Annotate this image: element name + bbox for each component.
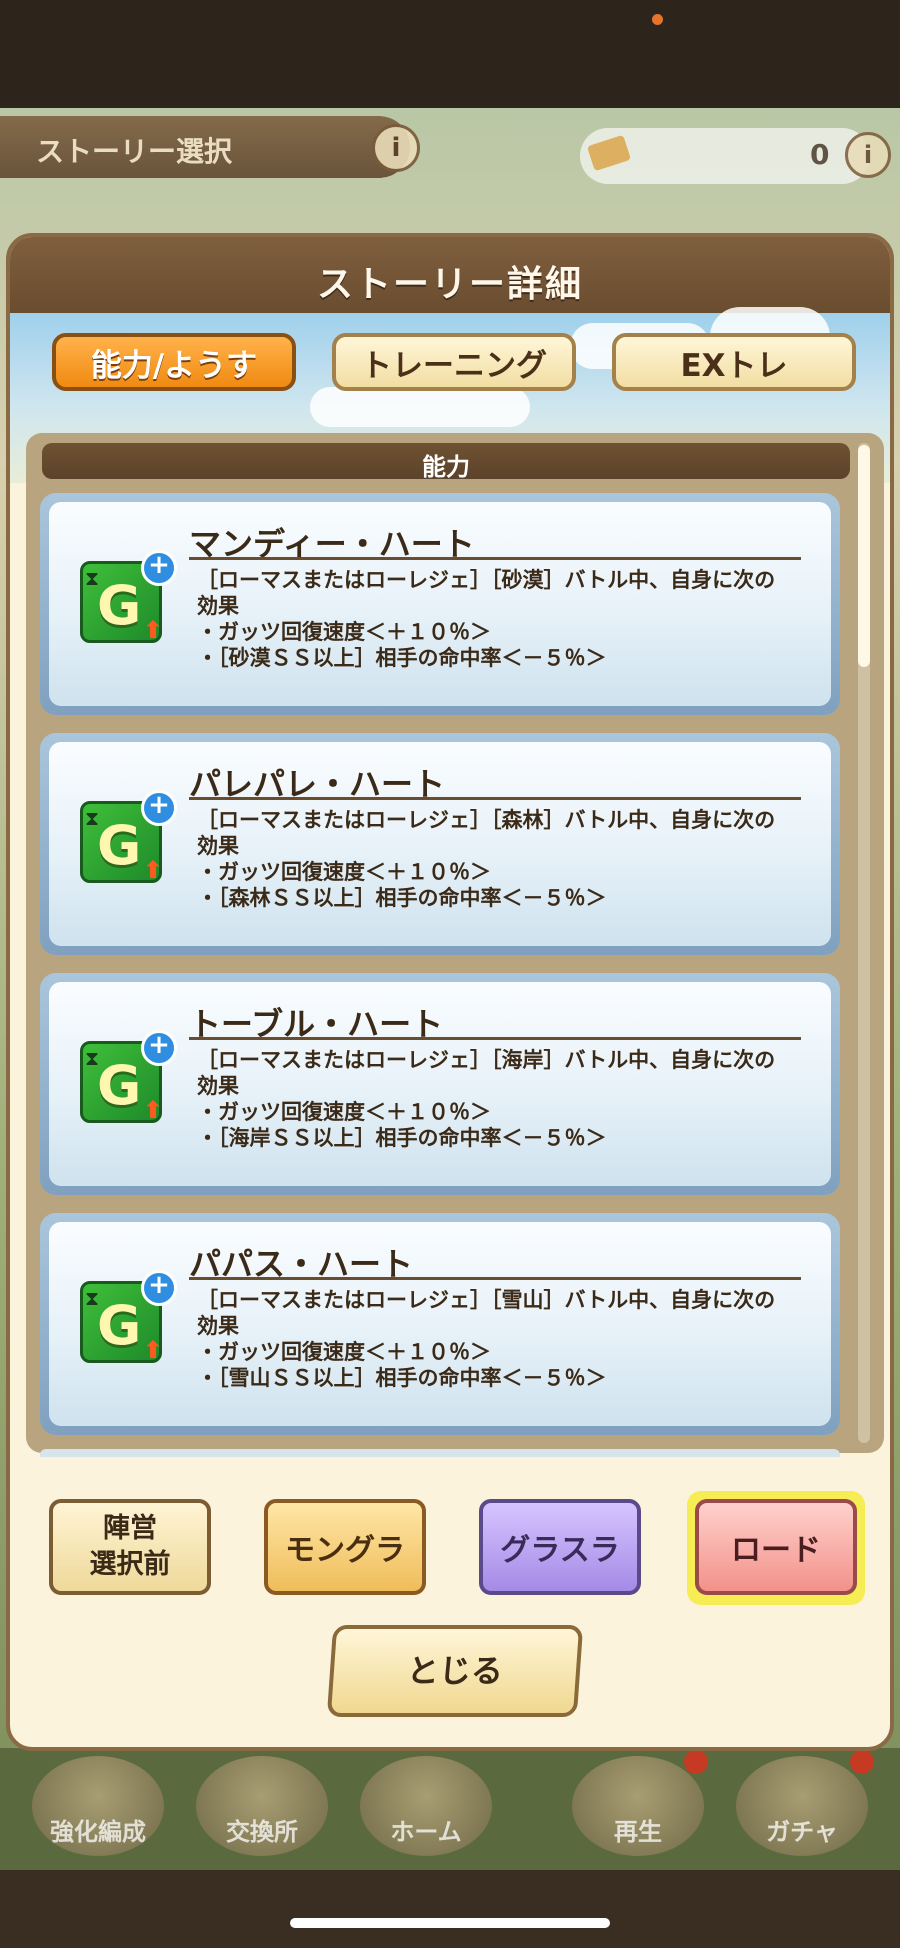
nav-label-gacha: ガチャ [766, 1818, 838, 1846]
section-title: 能力 [422, 453, 470, 481]
ability-desc-line: ・［海岸ＳＳ以上］相手の命中率＜－５％＞ [197, 1126, 607, 1150]
plus-icon: + [141, 550, 177, 586]
ability-description: ［ローマスまたはローレジェ］［海岸］バトル中、自身に次の 効果 ・ガッツ回復速度… [197, 1047, 809, 1151]
guts-g-icon: G [97, 814, 142, 877]
modal-title: ストーリー詳細 [316, 264, 583, 305]
guts-g-icon: G [97, 574, 142, 637]
ability-desc-line: 効果 [197, 834, 239, 858]
ability-desc-line: 効果 [197, 1074, 239, 1098]
close-button[interactable]: とじる [326, 1625, 584, 1717]
nav-regen-badge [684, 1750, 708, 1774]
status-bar [0, 0, 900, 108]
ability-desc-line: ・［森林ＳＳ以上］相手の命中率＜－５％＞ [197, 886, 607, 910]
arrow-up-icon: ⬆ [143, 856, 164, 884]
nav-label-exchange: 交換所 [226, 1818, 298, 1846]
ability-description: ［ローマスまたはローレジェ］［森林］バトル中、自身に次の 効果 ・ガッツ回復速度… [197, 807, 809, 911]
nav-gacha-badge [850, 1750, 874, 1774]
ability-card: ⧗ G + ⬆ パレパレ・ハート ［ローマスまたはローレジェ］［森林］バトル中、… [40, 733, 840, 955]
guts-boost-icon: ⧗ G + ⬆ [80, 550, 177, 644]
info-icon: i [372, 124, 420, 172]
nav-label-home: ホーム [390, 1818, 462, 1846]
home-indicator[interactable] [290, 1918, 610, 1928]
ability-name-underline [189, 797, 801, 800]
mongra-button[interactable]: モングラ [264, 1499, 426, 1595]
ability-desc-line: ・ガッツ回復速度＜＋１０％＞ [197, 1340, 491, 1364]
plus-icon: + [141, 1030, 177, 1066]
arrow-up-icon: ⬆ [143, 616, 164, 644]
recording-indicator-dot [652, 14, 663, 25]
ability-desc-line: ［ローマスまたはローレジェ］［森林］バトル中、自身に次の [197, 808, 776, 832]
faction-select-button[interactable]: 陣営 選択前 [49, 1499, 211, 1595]
nav-label-regen: 再生 [614, 1818, 662, 1846]
ability-description: ［ローマスまたはローレジェ］［砂漠］バトル中、自身に次の 効果 ・ガッツ回復速度… [197, 567, 809, 671]
tab-ability[interactable]: 能力/ようす [52, 333, 296, 391]
plus-icon: + [141, 1270, 177, 1306]
ability-desc-line: ［ローマスまたはローレジェ］［雪山］バトル中、自身に次の [197, 1288, 776, 1312]
guts-boost-icon: ⧗ G + ⬆ [80, 790, 177, 884]
grasla-button[interactable]: グラスラ [479, 1499, 641, 1595]
ability-card: ⧗ G + ⬆ パパス・ハート ［ローマスまたはローレジェ］［雪山］バトル中、自… [40, 1213, 840, 1435]
road-button[interactable]: ロード [695, 1499, 857, 1595]
currency-info-icon: i [845, 132, 891, 178]
ability-desc-line: ・ガッツ回復速度＜＋１０％＞ [197, 1100, 491, 1124]
story-detail-modal: ストーリー詳細 能力/ようす トレーニング EXトレ 能力 ⧗ G + ⬆ マン… [6, 233, 894, 1751]
guts-g-icon: G [97, 1054, 142, 1117]
ability-desc-line: ［ローマスまたはローレジェ］［海岸］バトル中、自身に次の [197, 1048, 776, 1072]
nav-label-strengthen: 強化編成 [50, 1818, 146, 1846]
ability-description: ［ローマスまたはローレジェ］［雪山］バトル中、自身に次の 効果 ・ガッツ回復速度… [197, 1287, 809, 1391]
faction-button-line1: 陣営 [103, 1513, 157, 1544]
background-screen-title: ストーリー選択 [36, 135, 233, 168]
ability-card: ⧗ G + ⬆ マンディー・ハート ［ローマスまたはローレジェ］［砂漠］バトル中… [40, 493, 840, 715]
faction-button-line2: 選択前 [89, 1549, 171, 1580]
ability-name-underline [189, 557, 801, 560]
guts-boost-icon: ⧗ G + ⬆ [80, 1270, 177, 1364]
arrow-up-icon: ⬆ [143, 1336, 164, 1364]
scrollbar-thumb[interactable] [858, 445, 870, 667]
ability-name-underline [189, 1037, 801, 1040]
ability-desc-line: 効果 [197, 1314, 239, 1338]
tab-ex-training[interactable]: EXトレ [612, 333, 856, 391]
ability-name-underline [189, 1277, 801, 1280]
next-card-edge [40, 1449, 840, 1457]
ability-desc-line: ・［雪山ＳＳ以上］相手の命中率＜－５％＞ [197, 1366, 607, 1390]
guts-g-icon: G [97, 1294, 142, 1357]
currency-amount: 0 [810, 138, 830, 171]
ability-card: ⧗ G + ⬆ トーブル・ハート ［ローマスまたはローレジェ］［海岸］バトル中、… [40, 973, 840, 1195]
ability-desc-line: ・ガッツ回復速度＜＋１０％＞ [197, 860, 491, 884]
ability-desc-line: ・ガッツ回復速度＜＋１０％＞ [197, 620, 491, 644]
ability-desc-line: ・［砂漠ＳＳ以上］相手の命中率＜－５％＞ [197, 646, 607, 670]
ability-desc-line: 効果 [197, 594, 239, 618]
guts-boost-icon: ⧗ G + ⬆ [80, 1030, 177, 1124]
arrow-up-icon: ⬆ [143, 1096, 164, 1124]
home-indicator-area [0, 1870, 900, 1948]
plus-icon: + [141, 790, 177, 826]
ability-desc-line: ［ローマスまたはローレジェ］［砂漠］バトル中、自身に次の [197, 568, 776, 592]
tab-training[interactable]: トレーニング [332, 333, 576, 391]
